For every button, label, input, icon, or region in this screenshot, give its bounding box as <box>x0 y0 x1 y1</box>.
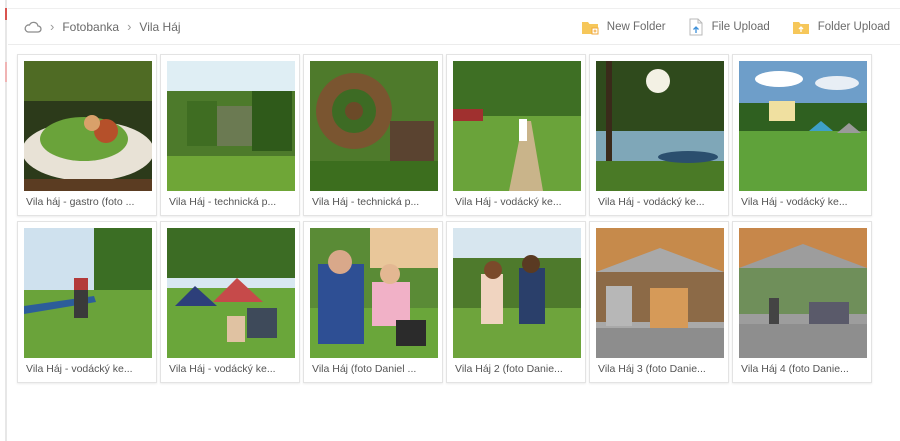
file-tile[interactable]: Vila Háj - vodácký ke... <box>446 54 586 216</box>
image-thumbnail[interactable] <box>310 228 438 358</box>
new-folder-label: New Folder <box>606 21 666 33</box>
file-tile[interactable]: Vila Háj - vodácký ke... <box>732 54 872 216</box>
file-tile[interactable]: Vila Háj - technická p... <box>160 54 300 216</box>
chevron-right-icon: › <box>127 19 132 34</box>
image-thumbnail[interactable] <box>24 61 152 191</box>
file-name: Vila Háj - vodácký ke... <box>26 363 133 375</box>
image-thumbnail[interactable] <box>167 228 295 358</box>
edge-marker <box>5 62 7 82</box>
file-name: Vila Háj 3 (foto Danie... <box>598 363 706 375</box>
chevron-right-icon: › <box>50 19 55 34</box>
file-tile[interactable]: Vila Háj - technická p... <box>303 54 443 216</box>
file-name: Vila háj - gastro (foto ... <box>26 196 135 208</box>
file-name: Vila Háj 2 (foto Danie... <box>455 363 563 375</box>
breadcrumb-item-current: Vila Háj <box>139 19 181 34</box>
file-name: Vila Háj 4 (foto Danie... <box>741 363 849 375</box>
file-name: Vila Háj - technická p... <box>169 196 277 208</box>
file-upload-icon <box>689 18 703 36</box>
image-thumbnail[interactable] <box>739 228 867 358</box>
file-tile[interactable]: Vila Háj - vodácký ke... <box>589 54 729 216</box>
file-name: Vila Háj - vodácký ke... <box>598 196 705 208</box>
file-name: Vila Háj - vodácký ke... <box>741 196 848 208</box>
top-divider <box>8 8 900 9</box>
image-thumbnail[interactable] <box>453 61 581 191</box>
edge-marker <box>5 8 7 20</box>
file-tile[interactable]: Vila Háj (foto Daniel ... <box>303 221 443 383</box>
breadcrumb-item-fotobanka[interactable]: Fotobanka <box>62 20 119 34</box>
cloud-icon[interactable] <box>24 20 42 34</box>
file-tile[interactable]: Vila Háj 2 (foto Danie... <box>446 221 586 383</box>
folder-upload-label: Folder Upload <box>817 21 890 33</box>
file-tile[interactable]: Vila háj - gastro (foto ... <box>17 54 157 216</box>
toolbar-actions: New Folder File Upload Folder Upload <box>559 18 890 36</box>
toolbar: › Fotobanka › Vila Háj New Folder File U… <box>8 10 900 45</box>
image-thumbnail[interactable] <box>24 228 152 358</box>
new-folder-icon <box>581 22 599 35</box>
breadcrumb: › Fotobanka › Vila Háj <box>24 19 181 34</box>
file-name: Vila Háj (foto Daniel ... <box>312 363 417 375</box>
image-thumbnail[interactable] <box>453 228 581 358</box>
folder-upload-button[interactable]: Folder Upload <box>792 19 890 35</box>
image-thumbnail[interactable] <box>167 61 295 191</box>
file-tile[interactable]: Vila Háj 3 (foto Danie... <box>589 221 729 383</box>
file-upload-label: File Upload <box>711 21 770 33</box>
window-left-edge <box>5 0 7 441</box>
file-tile[interactable]: Vila Háj 4 (foto Danie... <box>732 221 872 383</box>
image-thumbnail[interactable] <box>596 228 724 358</box>
image-thumbnail[interactable] <box>310 61 438 191</box>
image-thumbnail[interactable] <box>739 61 867 191</box>
file-upload-button[interactable]: File Upload <box>688 18 770 36</box>
file-name: Vila Háj - technická p... <box>312 196 420 208</box>
new-folder-button[interactable]: New Folder <box>581 19 666 35</box>
file-tile[interactable]: Vila Háj - vodácký ke... <box>160 221 300 383</box>
file-name: Vila Háj - vodácký ke... <box>455 196 562 208</box>
file-name: Vila Háj - vodácký ke... <box>169 363 276 375</box>
image-thumbnail[interactable] <box>596 61 724 191</box>
file-tile[interactable]: Vila Háj - vodácký ke... <box>17 221 157 383</box>
folder-upload-icon <box>792 22 809 34</box>
